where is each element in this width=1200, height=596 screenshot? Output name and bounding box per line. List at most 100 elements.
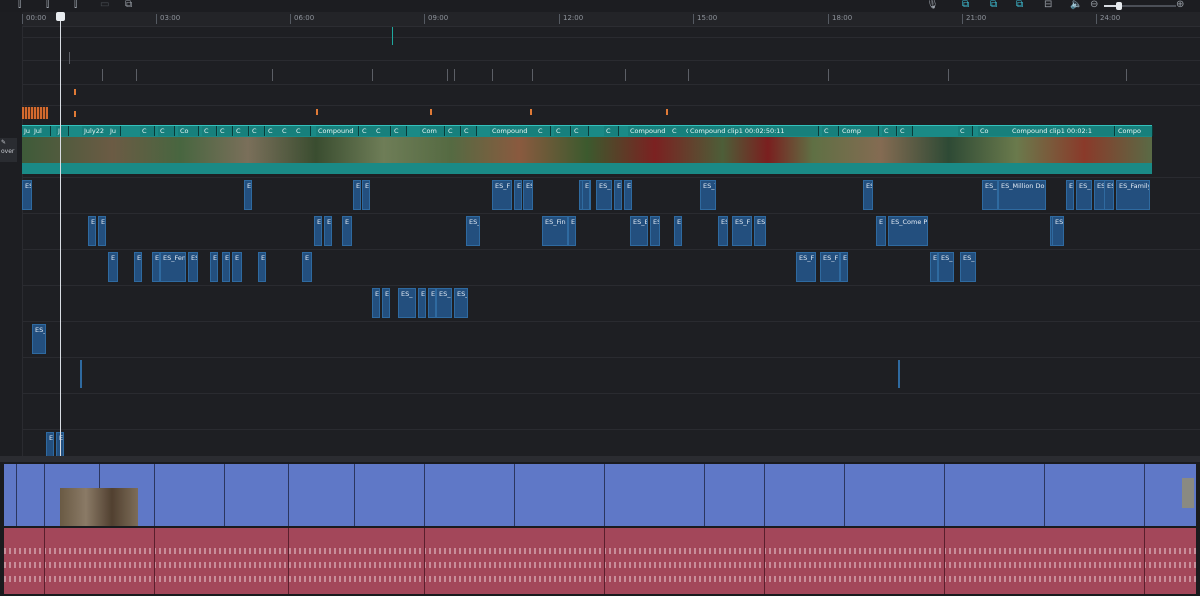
audio-clip[interactable]: E	[302, 252, 312, 282]
timeline-marker[interactable]	[74, 111, 76, 117]
video-clip[interactable]: Compound clip1 00:02:50:11	[688, 126, 819, 136]
audio-clip[interactable]: ES_Come P	[888, 216, 928, 246]
audio-clip[interactable]: ES	[718, 216, 728, 246]
video-clip[interactable]: Comp	[840, 126, 879, 136]
audio-clip[interactable]: E	[152, 252, 160, 282]
video-clip[interactable]: July22	[82, 126, 109, 136]
audio-clip[interactable]: E	[88, 216, 96, 246]
video-clip[interactable]: C	[462, 126, 477, 136]
video-clip[interactable]: C	[158, 126, 175, 136]
delete-tool-icon[interactable]: ▭	[100, 0, 109, 10]
speaker-icon[interactable]: 🔈	[1070, 0, 1082, 10]
audio-clip[interactable]: ES_F	[820, 252, 840, 282]
audio-clip[interactable]: E	[428, 288, 436, 318]
video-clip[interactable]: C	[446, 126, 461, 136]
timeline-marker[interactable]	[666, 109, 668, 115]
video-clip[interactable]: C	[670, 126, 685, 136]
audio-clip[interactable]: ES_I	[596, 180, 612, 210]
audio-clip[interactable]: E	[314, 216, 322, 246]
audio-clip[interactable]: E	[362, 180, 370, 210]
audio-clip[interactable]: ES_	[32, 324, 46, 354]
audio-clip[interactable]: ES	[244, 180, 252, 210]
video-clip[interactable]: C	[554, 126, 571, 136]
video-clip[interactable]: Compound	[628, 126, 671, 136]
audio-clip[interactable]: E	[382, 288, 390, 318]
video-clip[interactable]: J	[56, 126, 69, 136]
audio-clip[interactable]: E	[342, 216, 352, 246]
video-clip[interactable]: Compound clip1 00:02:1	[1010, 126, 1115, 136]
audio-clip[interactable]: ES_Fen	[160, 252, 186, 282]
video-clip[interactable]: C	[202, 126, 217, 136]
preview-icon[interactable]: ⧉	[1016, 0, 1023, 10]
video-clip[interactable]: Compound	[490, 126, 537, 136]
video-clip[interactable]: C	[250, 126, 265, 136]
audio-clip[interactable]: ES_B	[630, 216, 648, 246]
audio-clip[interactable]: E	[568, 216, 576, 246]
audio-clip[interactable]: ES	[624, 180, 632, 210]
audio-clip[interactable]: ES_I	[982, 180, 998, 210]
audio-clip[interactable]: ES_T	[700, 180, 716, 210]
video-clip[interactable]: C	[266, 126, 281, 136]
video-clip[interactable]: C	[280, 126, 295, 136]
video-clip[interactable]: Com	[420, 126, 445, 136]
audio-clip[interactable]: ES	[754, 216, 766, 246]
audio-clip[interactable]: ES	[863, 180, 873, 210]
audio-clip[interactable]: ES	[523, 180, 533, 210]
audio-clip[interactable]: ES_F	[796, 252, 816, 282]
split-left-tool-icon[interactable]: ⫿	[46, 0, 49, 10]
audio-clip[interactable]: E	[372, 288, 380, 318]
timeline-marker[interactable]	[530, 109, 532, 115]
video-clip[interactable]: C	[218, 126, 233, 136]
audio-clip[interactable]: ES_Fin	[542, 216, 568, 246]
audio-clip[interactable]: ES_F	[732, 216, 752, 246]
audio-clip[interactable]: E	[582, 180, 590, 210]
audio-clip[interactable]: E	[258, 252, 266, 282]
audio-clip[interactable]: E	[98, 216, 106, 246]
split-right-tool-icon[interactable]: ⫿	[74, 0, 77, 10]
snap-icon[interactable]: ⧉	[990, 0, 997, 10]
audio-clip[interactable]: ES	[650, 216, 660, 246]
video-clip[interactable]: Co	[978, 126, 1011, 136]
audio-clip[interactable]: E	[134, 252, 142, 282]
video-clip[interactable]: C	[822, 126, 839, 136]
audio-clip[interactable]: ES_	[436, 288, 452, 318]
mic-icon[interactable]: 🎙	[926, 0, 939, 10]
marker-cluster[interactable]	[22, 107, 48, 119]
cover-button[interactable]: ✎ over	[0, 138, 17, 162]
audio-clip[interactable]: E	[210, 252, 218, 282]
video-clip[interactable]: C	[234, 126, 249, 136]
audio-clip[interactable]: E	[1066, 180, 1074, 210]
video-clip[interactable]: C	[536, 126, 551, 136]
video-clip[interactable]: C	[604, 126, 619, 136]
timeline-marker[interactable]	[316, 109, 318, 115]
audio-clip[interactable]: ES_	[454, 288, 468, 318]
audio-clip[interactable]: ES	[1052, 216, 1064, 246]
video-clip[interactable]: C	[572, 126, 589, 136]
audio-clip[interactable]: ES	[22, 180, 32, 210]
zoom-slider[interactable]	[1096, 2, 1184, 10]
audio-clip[interactable]: E	[674, 216, 682, 246]
video-clip[interactable]: Compound	[316, 126, 359, 136]
audio-clip[interactable]: ES	[188, 252, 198, 282]
timeline-marker[interactable]	[74, 89, 76, 95]
audio-clip[interactable]: E	[222, 252, 230, 282]
audio-clip[interactable]: ES_F	[492, 180, 512, 210]
audio-sliver[interactable]	[80, 360, 82, 388]
timeline-overview[interactable]	[0, 462, 1200, 596]
timeline-marker[interactable]	[430, 109, 432, 115]
audio-clip[interactable]: ES_	[960, 252, 976, 282]
audio-clip[interactable]: E	[840, 252, 848, 282]
audio-clip[interactable]: ES_	[398, 288, 416, 318]
audio-clip[interactable]: ES_Family	[1116, 180, 1150, 210]
audio-clip[interactable]: ES_	[1076, 180, 1092, 210]
playhead-line[interactable]	[60, 12, 61, 456]
overview-video-lane[interactable]	[4, 464, 1196, 526]
playhead-handle[interactable]	[56, 12, 65, 21]
audio-sliver[interactable]	[898, 360, 900, 388]
video-clip[interactable]: Co	[178, 126, 199, 136]
video-clip[interactable]: C	[882, 126, 897, 136]
audio-clip[interactable]: E	[232, 252, 242, 282]
zoom-slider-handle[interactable]	[1116, 2, 1122, 10]
video-clip[interactable]: C	[360, 126, 375, 136]
time-ruler[interactable]: 00:00 03:00 06:00 09:00 12:00 15:00 18:0…	[22, 12, 1200, 27]
